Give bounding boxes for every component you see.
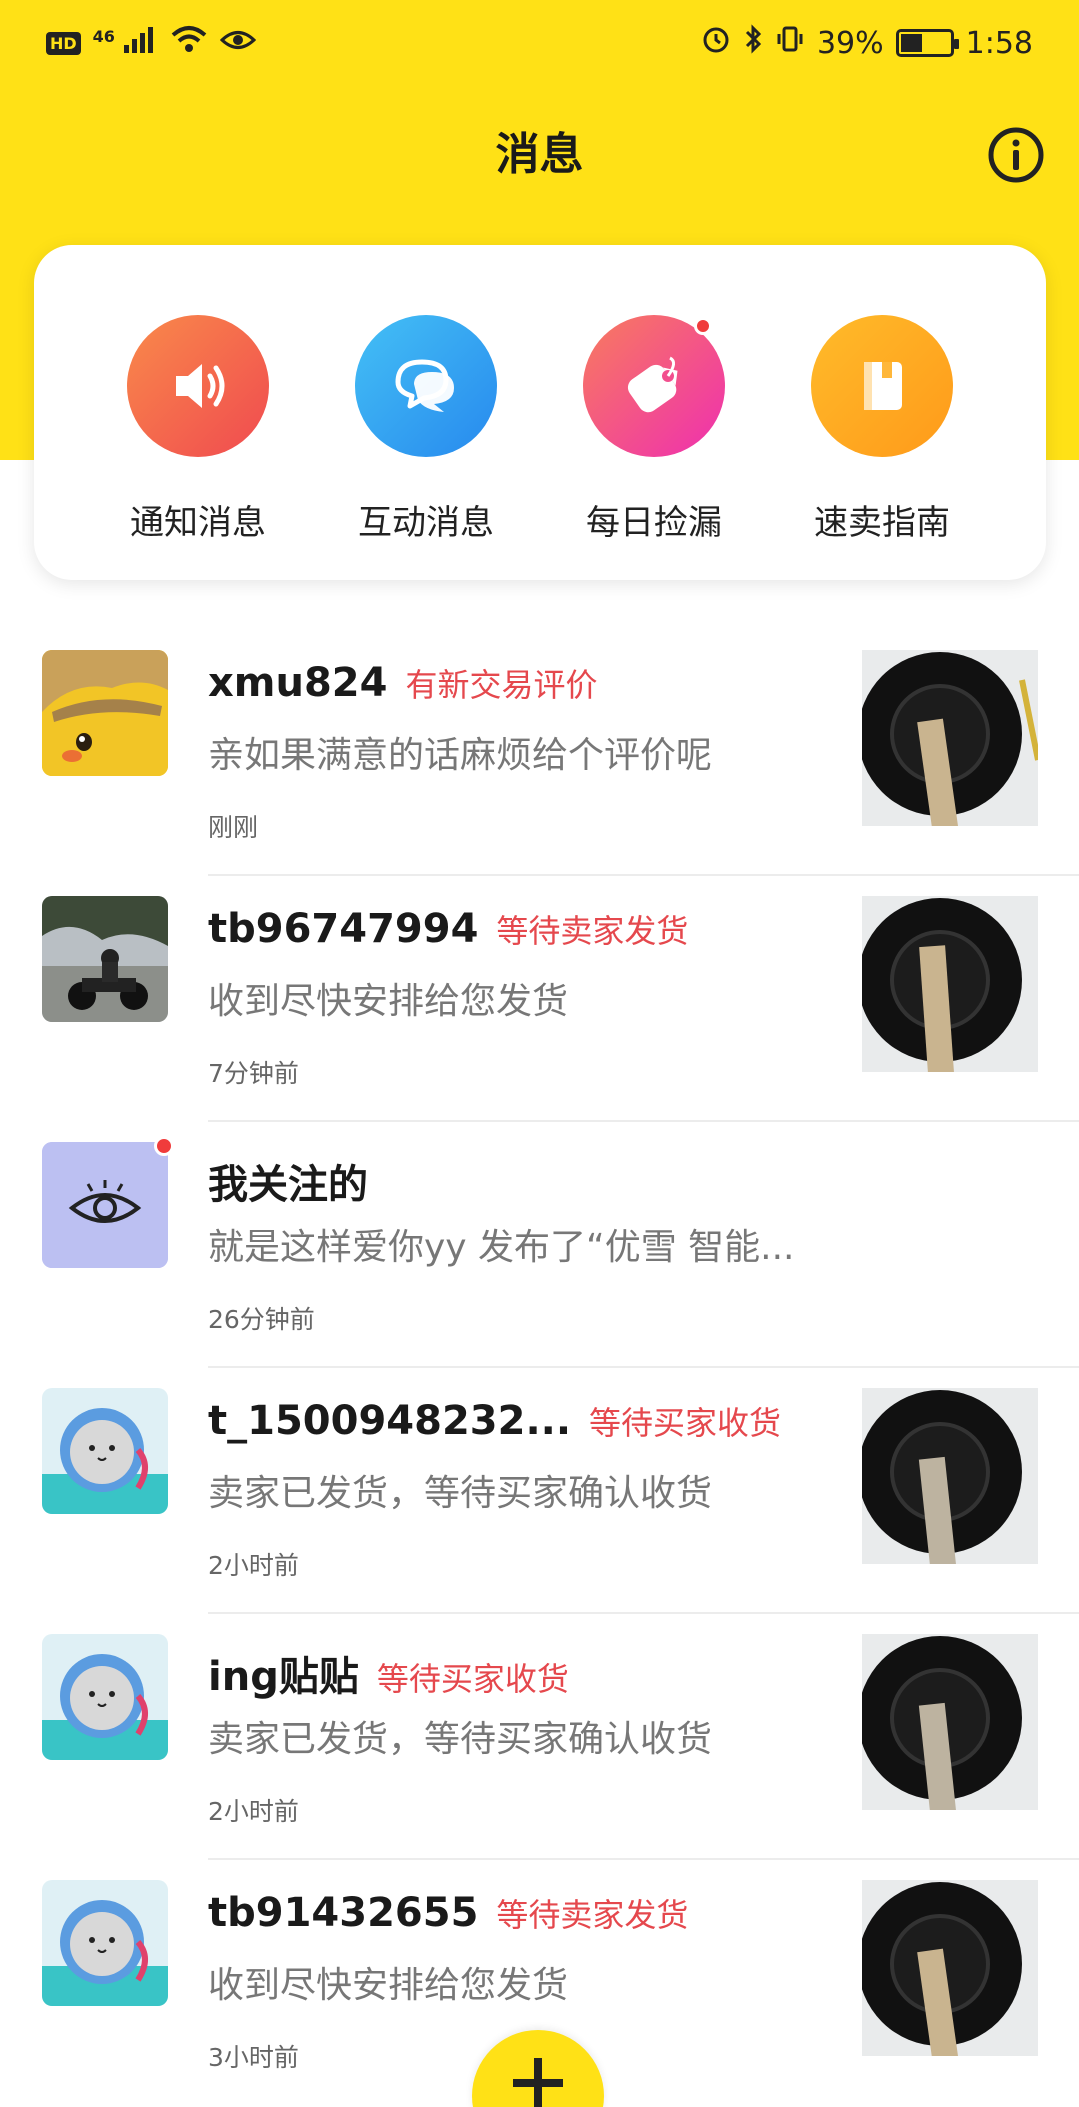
name-line: xmu824 有新交易评价 bbox=[208, 660, 597, 706]
signal-icon: 46 bbox=[93, 25, 159, 61]
battery-icon bbox=[895, 29, 959, 57]
entry-interaction[interactable]: 互动消息 bbox=[326, 315, 526, 580]
message-row[interactable]: t_1500948232... 等待买家收货 卖家已发货，等待买家确认收货 2小… bbox=[0, 1368, 1079, 1614]
entry-label: 通知消息 bbox=[130, 503, 266, 543]
message-preview: 收到尽快安排给您发货 bbox=[208, 981, 569, 1022]
product-thumbnail[interactable] bbox=[862, 1880, 1038, 2056]
order-status: 等待卖家发货 bbox=[496, 1896, 689, 1934]
chat-bubbles-icon bbox=[355, 315, 497, 457]
message-time: 7分钟前 bbox=[208, 1059, 299, 1088]
alarm-icon bbox=[701, 24, 731, 62]
eye-icon bbox=[42, 1142, 168, 1268]
message-time: 3小时前 bbox=[208, 2043, 299, 2072]
product-thumbnail[interactable] bbox=[862, 650, 1038, 826]
tag-icon bbox=[583, 315, 725, 457]
bluetooth-icon bbox=[743, 24, 763, 62]
battery-percent: 39% bbox=[816, 25, 884, 61]
sender-name: ing贴贴 bbox=[208, 1654, 359, 1700]
name-line: tb91432655 等待卖家发货 bbox=[208, 1890, 688, 1936]
entry-daily-deals[interactable]: 每日捡漏 bbox=[554, 315, 754, 580]
avatar bbox=[42, 650, 168, 776]
product-thumbnail[interactable] bbox=[862, 1634, 1038, 1810]
entry-sell-guide[interactable]: 速卖指南 bbox=[782, 315, 982, 580]
avatar bbox=[42, 896, 168, 1022]
order-status: 等待卖家发货 bbox=[496, 912, 689, 950]
message-row[interactable]: ing贴贴 等待买家收货 卖家已发货，等待买家确认收货 2小时前 bbox=[0, 1614, 1079, 1860]
quick-entry-card: 通知消息 互动消息 每日捡漏 速卖指南 bbox=[34, 245, 1046, 580]
message-preview: 收到尽快安排给您发货 bbox=[208, 1965, 569, 2006]
name-line: ing贴贴 等待买家收货 bbox=[208, 1644, 569, 1702]
order-status: 等待买家收货 bbox=[589, 1404, 782, 1442]
entry-notification[interactable]: 通知消息 bbox=[98, 315, 298, 580]
eye-comfort-icon bbox=[220, 26, 257, 61]
network-label: 46 bbox=[92, 27, 115, 46]
status-right: 39% 1:58 bbox=[701, 24, 1033, 62]
sender-name: tb91432655 bbox=[208, 1890, 479, 1936]
message-time: 2小时前 bbox=[208, 1797, 299, 1826]
sender-name: xmu824 bbox=[208, 660, 388, 706]
message-row[interactable]: 我关注的 就是这样爱你yy 发布了“优雪 智能... 26分钟前 bbox=[0, 1122, 1079, 1368]
message-row[interactable]: tb96747994 等待卖家发货 收到尽快安排给您发货 7分钟前 bbox=[0, 876, 1079, 1122]
entry-label: 速卖指南 bbox=[814, 503, 950, 543]
clock: 1:58 bbox=[965, 25, 1033, 61]
order-status: 有新交易评价 bbox=[405, 666, 598, 704]
avatar bbox=[42, 1388, 168, 1514]
message-time: 26分钟前 bbox=[208, 1305, 315, 1334]
avatar bbox=[42, 1880, 168, 2006]
name-line: tb96747994 等待卖家发货 bbox=[208, 906, 688, 952]
publish-button[interactable] bbox=[472, 2030, 604, 2107]
message-row[interactable]: xmu824 有新交易评价 亲如果满意的话麻烦给个评价呢 刚刚 bbox=[0, 630, 1079, 876]
entry-label: 互动消息 bbox=[358, 503, 494, 543]
name-line: t_1500948232... 等待买家收货 bbox=[208, 1398, 781, 1444]
name-line: 我关注的 bbox=[208, 1152, 368, 1210]
book-icon bbox=[811, 315, 953, 457]
vibrate-icon bbox=[775, 24, 805, 62]
plus-icon bbox=[513, 2058, 563, 2107]
message-time: 刚刚 bbox=[208, 813, 259, 842]
message-preview: 卖家已发货，等待买家确认收货 bbox=[208, 1719, 713, 1760]
sender-name: tb96747994 bbox=[208, 906, 479, 952]
unread-dot bbox=[154, 1136, 174, 1156]
message-preview: 亲如果满意的话麻烦给个评价呢 bbox=[208, 735, 713, 776]
speaker-icon bbox=[127, 315, 269, 457]
hd-badge: HD bbox=[46, 31, 81, 55]
order-status: 等待买家收货 bbox=[376, 1660, 569, 1698]
product-thumbnail[interactable] bbox=[862, 1388, 1038, 1564]
message-preview: 卖家已发货，等待买家确认收货 bbox=[208, 1473, 713, 1514]
entry-label: 每日捡漏 bbox=[586, 503, 722, 543]
status-bar: HD 46 39% 1:58 bbox=[0, 0, 1079, 86]
message-list: xmu824 有新交易评价 亲如果满意的话麻烦给个评价呢 刚刚 tb967479… bbox=[0, 630, 1079, 2106]
message-time: 2小时前 bbox=[208, 1551, 299, 1580]
wifi-icon bbox=[170, 24, 208, 62]
product-thumbnail[interactable] bbox=[862, 896, 1038, 1072]
info-icon[interactable] bbox=[987, 126, 1045, 184]
sender-name: t_1500948232... bbox=[208, 1398, 572, 1444]
page-title: 消息 bbox=[495, 129, 584, 180]
sender-name: 我关注的 bbox=[208, 1162, 368, 1208]
new-badge-dot bbox=[694, 317, 712, 335]
message-preview: 就是这样爱你yy 发布了“优雪 智能... bbox=[208, 1227, 795, 1268]
status-left: HD 46 bbox=[46, 24, 257, 62]
avatar bbox=[42, 1634, 168, 1760]
